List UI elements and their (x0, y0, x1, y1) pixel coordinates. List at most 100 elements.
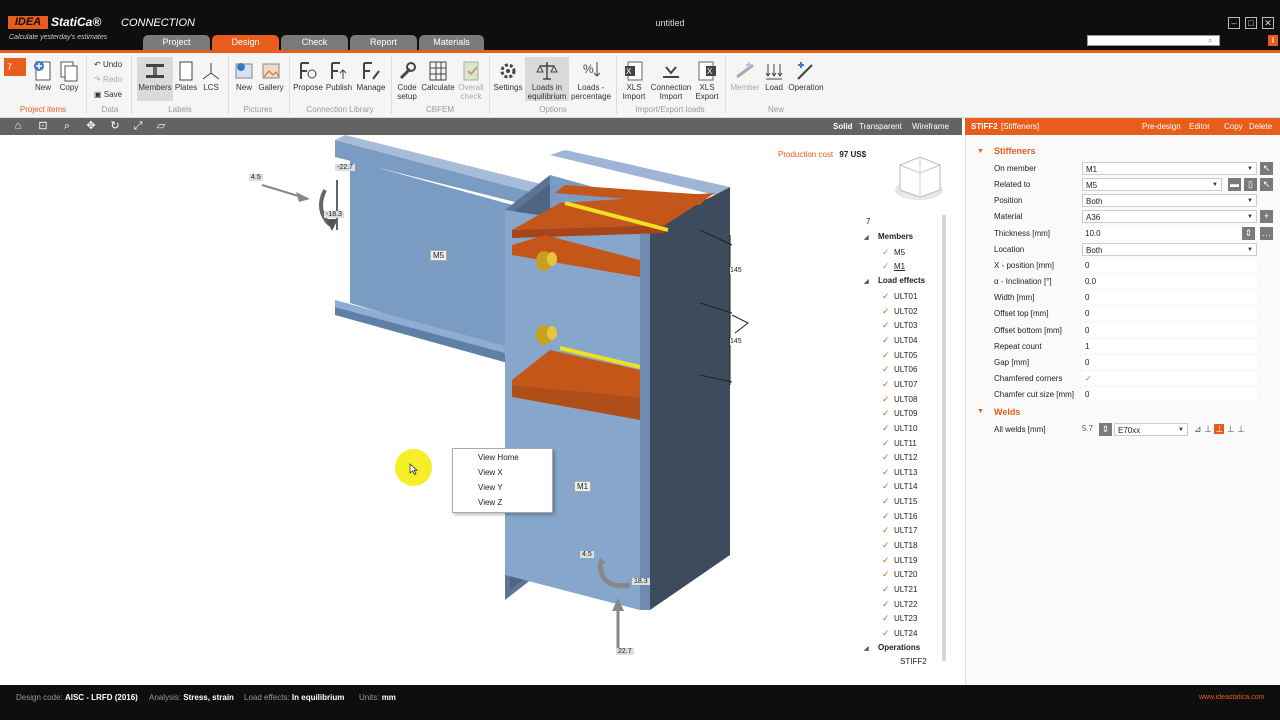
tab-project[interactable]: Project (143, 35, 210, 50)
add-material-icon[interactable]: + (1260, 210, 1273, 224)
maximize-icon[interactable]: □ (1245, 17, 1257, 29)
view-icon[interactable]: ▱ (154, 120, 168, 133)
checkbox-icon[interactable]: ✓ (882, 289, 894, 303)
save-button[interactable]: ▣ Save (94, 89, 122, 101)
weld-spin-icon[interactable]: ⇕ (1099, 423, 1112, 436)
property-select[interactable]: M5 ▼ (1082, 178, 1222, 192)
tab-check[interactable]: Check (281, 35, 348, 50)
property-input[interactable]: 0 (1082, 355, 1257, 369)
tree-load-effect-item[interactable]: ✓ ULT21 (882, 582, 917, 596)
mode-solid[interactable]: Solid (833, 122, 853, 131)
new-member-button[interactable]: Member (728, 57, 762, 101)
tree-load-effect-item[interactable]: ✓ ULT17 (882, 523, 917, 537)
tree-operations-head[interactable]: ◢ Operations (864, 641, 920, 655)
property-select[interactable]: M1 ▼ (1082, 162, 1257, 175)
checkbox-icon[interactable]: ✓ (882, 465, 894, 479)
spin-icon[interactable]: ⇕ (1242, 226, 1255, 240)
propose-button[interactable]: Propose (293, 57, 323, 101)
tree-load-effect-item[interactable]: ✓ ULT16 (882, 509, 917, 523)
tree-load-effect-item[interactable]: ✓ ULT12 (882, 450, 917, 464)
new-project-item-button[interactable]: New (30, 57, 56, 101)
checkbox-icon[interactable]: ✓ (882, 259, 894, 273)
weld-fillet-icon[interactable]: ⊿ (1194, 424, 1202, 434)
property-select[interactable]: Both ▼ (1082, 194, 1257, 208)
minimize-icon[interactable]: – (1228, 17, 1240, 29)
property-select[interactable]: A36 ▼ (1082, 210, 1257, 224)
checkbox-icon[interactable]: ✓ (882, 523, 894, 537)
property-input[interactable]: 0 (1082, 258, 1257, 272)
mode-wireframe[interactable]: Wireframe (912, 122, 949, 131)
tree-load-effect-item[interactable]: ✓ ULT20 (882, 567, 917, 581)
view-cube[interactable] (895, 156, 943, 200)
connection-import-button[interactable]: Connection Import (649, 57, 693, 101)
related-plate-icon[interactable]: ▯ (1244, 178, 1257, 192)
menu-view-y[interactable]: View Y (478, 483, 503, 492)
website-link[interactable]: www.ideastatica.com (1199, 694, 1264, 701)
collapse-icon[interactable]: ◢ (864, 642, 878, 656)
delete-operation-button[interactable]: Delete (1249, 122, 1272, 131)
weld-size-value[interactable]: 5.7 (1082, 424, 1093, 433)
checkbox-icon[interactable]: ✓ (882, 333, 894, 347)
checkbox-icon[interactable]: ✓ (882, 553, 894, 567)
connection-model[interactable] (0, 135, 962, 685)
checkbox-icon[interactable]: ✓ (882, 538, 894, 552)
tree-load-effect-item[interactable]: ✓ ULT19 (882, 553, 917, 567)
close-icon[interactable]: ✕ (1262, 17, 1274, 29)
checkbox-icon[interactable]: ✓ (882, 436, 894, 450)
pan-icon[interactable]: ✥ (84, 120, 98, 133)
new-operation-button[interactable]: Operation (787, 57, 825, 101)
more-icon[interactable]: … (1260, 226, 1273, 240)
property-input[interactable]: 1 (1082, 339, 1257, 353)
checkbox-icon[interactable]: ✓ (882, 582, 894, 596)
checkbox-icon[interactable]: ✓ (882, 406, 894, 420)
checkbox-icon[interactable]: ✓ (882, 626, 894, 640)
undo-button[interactable]: ↶ Undo (94, 59, 122, 71)
pick-related-icon[interactable]: ↖ (1260, 178, 1273, 192)
checkbox-icon[interactable]: ✓ (882, 567, 894, 581)
checkbox-icon[interactable]: ✓ (882, 245, 894, 259)
tree-load-effect-item[interactable]: ✓ ULT10 (882, 421, 917, 435)
code-setup-button[interactable]: Code setup (394, 57, 420, 101)
collapse-icon[interactable]: ▼ (977, 148, 984, 155)
3d-viewport[interactable]: 4.5 -22.7 -18.3 M5 M1 145 145 4.5 18.3 2… (0, 135, 962, 685)
tree-load-effect-item[interactable]: ✓ ULT06 (882, 362, 917, 376)
weld-other-icon[interactable]: ⊥ (1237, 424, 1245, 434)
checkbox-icon[interactable]: ✓ (882, 494, 894, 508)
menu-view-home[interactable]: View Home (478, 453, 519, 462)
tree-load-effect-item[interactable]: ✓ ULT23 (882, 611, 917, 625)
checkbox-icon[interactable]: ✓ (882, 509, 894, 523)
labels-plates-button[interactable]: Plates (174, 57, 198, 101)
tree-load-effect-item[interactable]: ✓ ULT02 (882, 304, 917, 318)
tree-load-effect-item[interactable]: ✓ ULT24 (882, 626, 917, 640)
zoom-window-icon[interactable]: ⊡ (36, 120, 50, 133)
labels-members-button[interactable]: Members (137, 57, 173, 101)
manage-button[interactable]: Manage (355, 57, 387, 101)
related-member-icon[interactable]: ▬ (1228, 178, 1241, 192)
tree-load-effect-item[interactable]: ✓ ULT14 (882, 479, 917, 493)
tree-load-effect-item[interactable]: ✓ ULT08 (882, 392, 917, 406)
tree-load-effect-item[interactable]: ✓ ULT22 (882, 597, 917, 611)
xls-export-button[interactable]: X XLS Export (693, 57, 721, 101)
collapse-icon[interactable]: ◢ (864, 231, 878, 245)
tree-members-head[interactable]: ◢ Members (864, 230, 913, 244)
tree-load-effect-item[interactable]: ✓ ULT05 (882, 348, 917, 362)
checkbox-icon[interactable]: ✓ (882, 597, 894, 611)
tree-load-effects-head[interactable]: ◢ Load effects (864, 274, 925, 288)
gallery-button[interactable]: Gallery (257, 57, 285, 101)
property-input[interactable]: 0 (1082, 307, 1257, 321)
copy-operation-button[interactable]: Copy (1224, 122, 1243, 131)
home-icon[interactable]: ⌂ (11, 120, 25, 133)
menu-view-z[interactable]: View Z (478, 498, 502, 507)
property-select[interactable]: Both ▼ (1082, 242, 1257, 256)
tree-load-effect-item[interactable]: ✓ ULT13 (882, 465, 917, 479)
tab-materials[interactable]: Materials (419, 35, 484, 50)
tree-operation-stiff2[interactable]: STIFF2 (900, 655, 927, 665)
tree-load-effect-item[interactable]: ✓ ULT04 (882, 333, 917, 347)
loads-in-equilibrium-button[interactable]: Loads in equilibrium (525, 57, 569, 101)
property-input[interactable]: 0 (1082, 323, 1257, 337)
property-checkbox[interactable]: ✓ (1082, 371, 1257, 385)
tree-load-effect-item[interactable]: ✓ ULT18 (882, 538, 917, 552)
help-icon[interactable]: i (1268, 35, 1278, 46)
pre-design-button[interactable]: Pre-design (1142, 122, 1181, 131)
collapse-icon[interactable]: ◢ (864, 275, 878, 289)
